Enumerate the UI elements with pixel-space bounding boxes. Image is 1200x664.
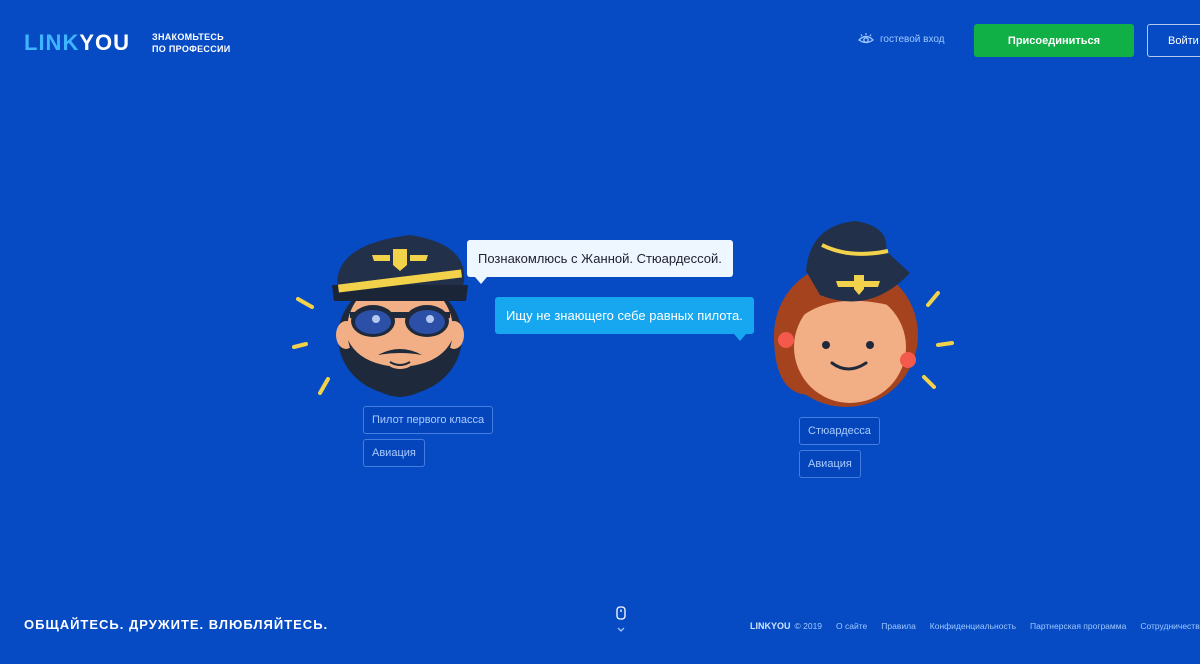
login-button[interactable]: Войти bbox=[1147, 24, 1200, 57]
footer-link-about[interactable]: О сайте bbox=[836, 621, 867, 631]
footer-links: LINKYOU © 2019 О сайте Правила Конфиденц… bbox=[750, 621, 1200, 631]
stewardess-illustration bbox=[774, 221, 954, 407]
tag-stewardess-profession[interactable]: Стюардесса bbox=[799, 417, 880, 445]
mouse-icon bbox=[616, 606, 626, 620]
footer-slogan: ОБЩАЙТЕСЬ. ДРУЖИТЕ. ВЛЮБЛЯЙТЕСЬ. bbox=[24, 617, 329, 632]
footer-link-privacy[interactable]: Конфиденциальность bbox=[930, 621, 1016, 631]
tag-pilot-profession[interactable]: Пилот первого класса bbox=[363, 406, 494, 434]
logo[interactable]: LINKYOU bbox=[24, 30, 130, 56]
tagline: ЗНАКОМЬТЕСЬ ПО ПРОФЕССИИ bbox=[152, 31, 231, 55]
guest-login-link[interactable]: гостевой вход bbox=[858, 33, 945, 45]
stewardess-chat-bubble: Ищу не знающего себе равных пилота. bbox=[495, 297, 754, 341]
sparkle-icon bbox=[318, 377, 330, 395]
sparkle-icon bbox=[292, 342, 308, 349]
tagline-line1: ЗНАКОМЬТЕСЬ bbox=[152, 32, 224, 42]
chevron-down-icon bbox=[617, 627, 625, 632]
sparkle-icon bbox=[926, 291, 940, 307]
sparkle-icon bbox=[936, 341, 954, 347]
footer-brand[interactable]: LINKYOU bbox=[750, 621, 791, 631]
footer-link-rules[interactable]: Правила bbox=[881, 621, 916, 631]
logo-link-text: LINK bbox=[24, 30, 80, 55]
eye-icon bbox=[858, 33, 874, 44]
scroll-down-indicator[interactable] bbox=[614, 606, 628, 640]
guest-login-label: гостевой вход bbox=[880, 33, 945, 45]
sparkle-icon bbox=[296, 297, 314, 309]
pilot-chat-bubble: Познакомлюсь с Жанной. Стюардессой. bbox=[467, 240, 733, 284]
tag-stewardess-industry[interactable]: Авиация bbox=[799, 450, 861, 478]
footer-copyright: © 2019 bbox=[794, 621, 823, 631]
join-button[interactable]: Присоединиться bbox=[974, 24, 1134, 57]
logo-you-text: YOU bbox=[79, 30, 131, 55]
tag-pilot-industry[interactable]: Авиация bbox=[363, 439, 425, 467]
footer-link-affiliate[interactable]: Партнерская программа bbox=[1030, 621, 1126, 631]
footer-link-cooperation[interactable]: Сотрудничество bbox=[1140, 621, 1200, 631]
sparkle-icon bbox=[922, 375, 936, 389]
tagline-line2: ПО ПРОФЕССИИ bbox=[152, 44, 231, 54]
pilot-illustration bbox=[292, 235, 468, 397]
